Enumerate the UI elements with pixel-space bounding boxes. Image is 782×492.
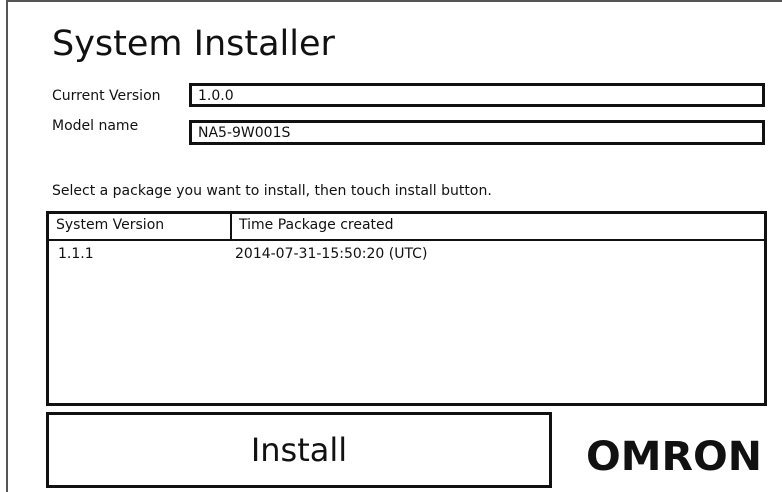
current-version-field: 1.0.0 [189,83,765,107]
instruction-text: Select a package you want to install, th… [52,183,492,199]
model-name-field: NA5-9W001S [189,120,765,145]
row-time-created: 2014-07-31-15:50:20 (UTC) [235,246,428,262]
current-version-label: Current Version [52,88,161,104]
install-button[interactable]: Install [46,412,552,488]
column-header-time-created: Time Package created [239,217,394,233]
page-title: System Installer [52,24,335,64]
column-header-system-version: System Version [49,214,232,239]
package-table[interactable]: System Version Time Package created 1.1.… [46,211,767,406]
row-system-version: 1.1.1 [58,246,94,262]
installer-screen: System Installer Current Version 1.0.0 M… [0,0,782,492]
model-name-label: Model name [52,118,139,134]
screen-border-top [6,0,782,2]
screen-border-left [6,0,8,492]
omron-logo: OMRON [586,434,762,480]
table-header-divider [49,239,764,241]
omron-logo-wordmark: OMRON [586,434,762,480]
